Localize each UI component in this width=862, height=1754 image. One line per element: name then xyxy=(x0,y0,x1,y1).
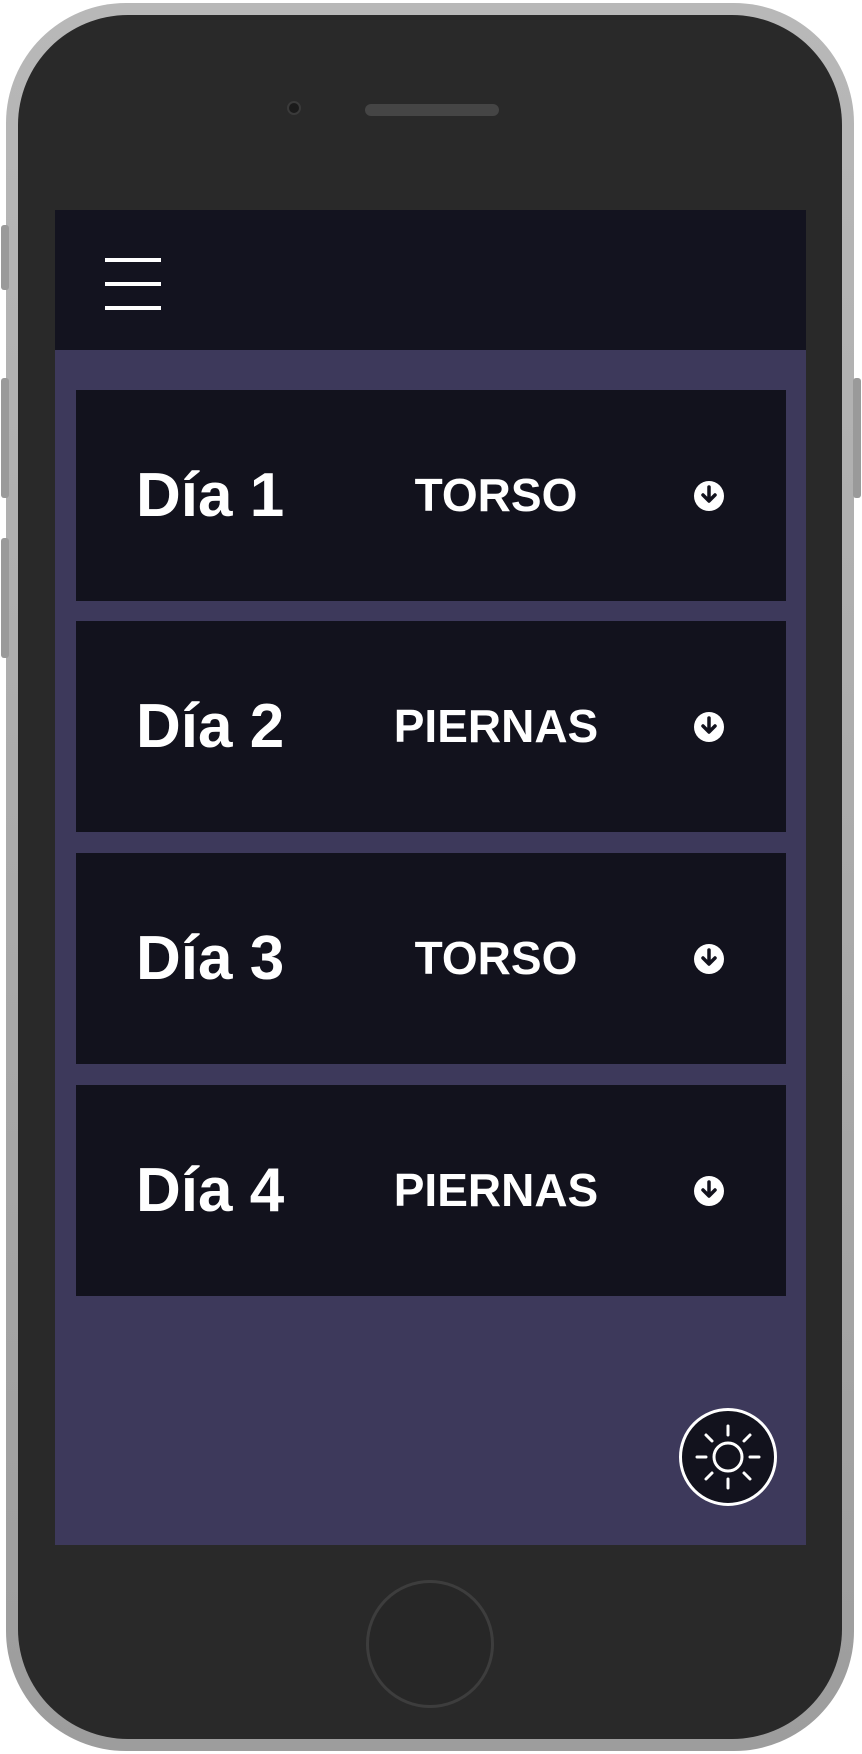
home-button[interactable] xyxy=(366,1580,494,1708)
day-card-2[interactable]: Día 2 PIERNAS xyxy=(76,621,786,832)
sun-icon xyxy=(695,1424,761,1490)
day-card-4[interactable]: Día 4 PIERNAS xyxy=(76,1085,786,1296)
silent-switch xyxy=(1,225,9,290)
day-label: Día 3 xyxy=(136,924,285,993)
top-bar xyxy=(55,210,806,350)
day-label: Día 1 xyxy=(136,461,285,530)
arrow-down-circle-icon[interactable] xyxy=(693,943,725,975)
front-camera xyxy=(287,101,301,115)
day-type: TORSO xyxy=(414,469,578,521)
day-label: Día 2 xyxy=(136,692,285,761)
day-card-1[interactable]: Día 1 TORSO xyxy=(76,390,786,601)
volume-down-button xyxy=(1,538,9,658)
arrow-down-circle-icon[interactable] xyxy=(693,480,725,512)
day-label: Día 4 xyxy=(136,1156,285,1225)
arrow-down-circle-icon[interactable] xyxy=(693,1175,725,1207)
app-screen: Día 1 TORSO Día 2 PIERNAS Día 3 TORSO Dí… xyxy=(55,210,806,1545)
arrow-down-circle-icon[interactable] xyxy=(693,711,725,743)
theme-toggle-button[interactable] xyxy=(679,1408,777,1506)
power-button xyxy=(853,378,861,498)
day-type: PIERNAS xyxy=(393,700,599,752)
volume-up-button xyxy=(1,378,9,498)
day-type: TORSO xyxy=(414,932,578,984)
earpiece-speaker xyxy=(365,104,499,116)
day-type: PIERNAS xyxy=(393,1164,599,1216)
day-card-3[interactable]: Día 3 TORSO xyxy=(76,853,786,1064)
hamburger-menu-icon[interactable] xyxy=(105,258,161,310)
